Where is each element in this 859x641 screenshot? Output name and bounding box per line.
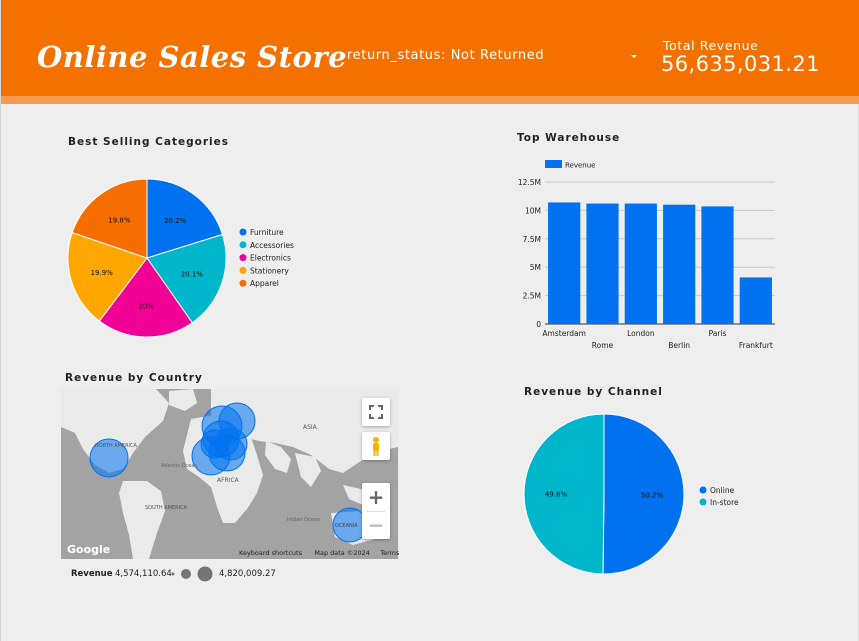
map-legend-min: 4,574,110.64 bbox=[115, 569, 172, 579]
warehouse-legend-revenue[interactable]: Revenue bbox=[565, 162, 596, 170]
map-label-indian: Indian Ocean bbox=[287, 517, 320, 523]
category-data-label: 20% bbox=[138, 302, 154, 310]
channel-legend-marker bbox=[699, 498, 707, 506]
chevron-down-icon[interactable] bbox=[629, 50, 639, 62]
warehouse-legend-marker bbox=[545, 160, 562, 168]
channel-data-label: 49.8% bbox=[545, 491, 568, 499]
warehouse-y-tick: 2.5M bbox=[523, 292, 541, 301]
category-legend-marker bbox=[239, 266, 247, 274]
map-label-africa: AFRICA bbox=[217, 477, 240, 484]
warehouse-bar-berlin[interactable] bbox=[663, 204, 696, 324]
warehouse-chart-title: Top Warehouse bbox=[517, 132, 621, 144]
category-legend-stationery[interactable]: Stationery bbox=[250, 266, 289, 275]
legend-medium-dot-icon bbox=[181, 569, 191, 579]
legend-small-dot-icon bbox=[171, 572, 175, 576]
fullscreen-button[interactable] bbox=[362, 398, 390, 426]
google-logo: Google bbox=[67, 543, 110, 556]
zoom-in-button[interactable]: + bbox=[362, 483, 390, 511]
warehouse-y-tick: 12.5M bbox=[518, 178, 541, 187]
street-view-button[interactable] bbox=[362, 432, 390, 460]
map-label-asia: ASIA bbox=[303, 424, 318, 431]
map-label-atlantic: Atlantic Ocean bbox=[161, 463, 198, 469]
channel-legend-online[interactable]: Online bbox=[710, 486, 735, 495]
category-legend-accessories[interactable]: Accessories bbox=[250, 241, 294, 250]
warehouse-x-tick: London bbox=[627, 329, 655, 338]
category-legend-furniture[interactable]: Furniture bbox=[250, 228, 284, 237]
warehouse-bar-rome[interactable] bbox=[586, 203, 619, 324]
return-status-filter[interactable]: return_status: Not Returned bbox=[347, 48, 639, 66]
country-map-title: Revenue by Country bbox=[65, 372, 203, 384]
warehouse-bar-frankfurt[interactable] bbox=[739, 277, 772, 324]
pegman-icon bbox=[373, 437, 379, 456]
map-legend-label: Revenue bbox=[71, 569, 113, 579]
channel-pie-chart[interactable]: 50.2% Online 49.8% In-store bbox=[519, 410, 749, 585]
map-footer: Keyboard shortcuts Map data ©2024 Terms bbox=[239, 549, 399, 557]
map-bubble[interactable] bbox=[200, 429, 230, 459]
warehouse-y-tick: 0 bbox=[536, 320, 541, 329]
map-size-legend: Revenue 4,574,110.64 4,820,009.27 bbox=[71, 566, 371, 582]
map-legend-max: 4,820,009.27 bbox=[219, 569, 276, 579]
header-bar: Online Sales Store return_status: Not Re… bbox=[1, 0, 859, 96]
category-legend-marker bbox=[239, 254, 247, 262]
map-label-south-america: SOUTH AMERICA bbox=[145, 505, 188, 511]
zoom-control: + − bbox=[362, 483, 390, 539]
channel-legend-in-store[interactable]: In-store bbox=[710, 498, 739, 507]
warehouse-bar-london[interactable] bbox=[624, 203, 657, 324]
fullscreen-icon bbox=[369, 405, 383, 419]
warehouse-bar-chart[interactable]: Revenue 0 2.5M 5M 7.5M 10M 12.5M Amsterdam Rome L… bbox=[501, 152, 791, 357]
kpi-value: 56,635,031.21 bbox=[661, 52, 820, 76]
category-data-label: 19.9% bbox=[91, 269, 114, 277]
channel-chart-title: Revenue by Channel bbox=[524, 386, 663, 398]
category-legend-marker bbox=[239, 228, 247, 236]
channel-data-label: 50.2% bbox=[641, 491, 664, 499]
category-data-label: 20.1% bbox=[181, 270, 204, 278]
legend-large-dot-icon bbox=[197, 566, 213, 582]
map-label-oceania: OCEANIA bbox=[335, 523, 358, 529]
world-map[interactable]: ASIA NORTH AMERICA Atlantic Ocean AFRICA… bbox=[61, 389, 398, 559]
channel-legend-marker bbox=[699, 486, 707, 494]
category-chart-title: Best Selling Categories bbox=[68, 136, 229, 148]
filter-label: return_status: Not Returned bbox=[347, 48, 545, 63]
warehouse-bar-paris[interactable] bbox=[701, 206, 734, 324]
warehouse-x-tick: Amsterdam bbox=[542, 329, 586, 338]
warehouse-y-tick: 5M bbox=[530, 263, 541, 272]
category-pie-chart[interactable]: 20.2% Furniture 20.1% Accessories 20% Electro… bbox=[59, 170, 309, 345]
category-legend-marker bbox=[239, 241, 247, 249]
category-legend-apparel[interactable]: Apparel bbox=[250, 279, 279, 288]
kpi-label: Total Revenue bbox=[663, 38, 759, 53]
warehouse-x-tick: Berlin bbox=[668, 341, 690, 350]
page-title: Online Sales Store bbox=[37, 40, 348, 74]
warehouse-x-tick: Rome bbox=[592, 341, 614, 350]
category-legend-electronics[interactable]: Electronics bbox=[250, 254, 291, 263]
map-data-attribution: Map data ©2024 bbox=[314, 549, 370, 557]
header-divider bbox=[1, 96, 859, 104]
revenue-country-map[interactable]: ASIA NORTH AMERICA Atlantic Ocean AFRICA… bbox=[61, 389, 398, 559]
warehouse-x-tick: Paris bbox=[709, 329, 727, 338]
map-legend-size-scale bbox=[171, 566, 213, 582]
warehouse-bar-amsterdam[interactable] bbox=[548, 202, 581, 324]
warehouse-y-tick: 10M bbox=[525, 206, 541, 215]
category-data-label: 19.8% bbox=[108, 216, 131, 224]
warehouse-x-tick: Frankfurt bbox=[739, 341, 773, 350]
dashboard-page: Online Sales Store return_status: Not Re… bbox=[0, 0, 859, 641]
keyboard-shortcuts-link[interactable]: Keyboard shortcuts bbox=[239, 549, 302, 557]
warehouse-y-tick: 7.5M bbox=[523, 235, 541, 244]
terms-link[interactable]: Terms bbox=[380, 549, 399, 557]
category-legend-marker bbox=[239, 279, 247, 287]
map-label-north-america: NORTH AMERICA bbox=[95, 443, 138, 449]
category-data-label: 20.2% bbox=[164, 217, 187, 225]
zoom-out-button[interactable]: − bbox=[362, 511, 390, 539]
